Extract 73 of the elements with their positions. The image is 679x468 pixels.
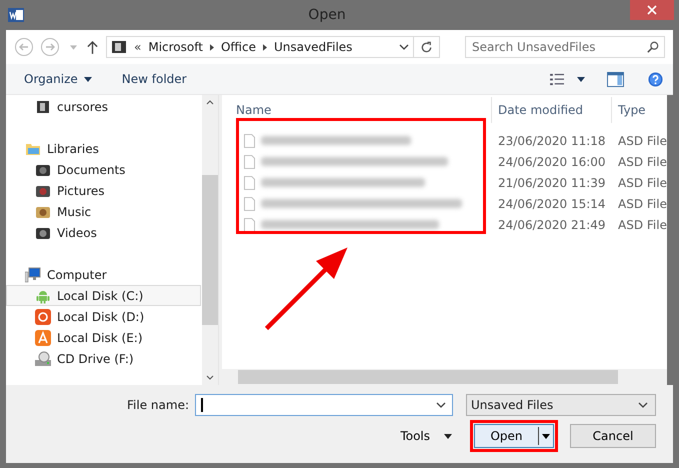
window-title: Open (307, 7, 347, 23)
breadcrumb[interactable]: Microsoft (148, 40, 203, 54)
cancel-button[interactable]: Cancel (570, 424, 656, 448)
caret-icon (84, 76, 92, 82)
sidebar-item[interactable]: CD Drive (F:) (6, 348, 201, 369)
chevron-down-icon[interactable] (436, 402, 446, 408)
sidebar-item[interactable]: cursores (6, 96, 201, 117)
scroll-down-icon[interactable] (206, 375, 214, 380)
computer-icon (25, 266, 41, 282)
close-icon (647, 5, 657, 15)
sidebar-item[interactable]: Documents (6, 159, 201, 180)
chevron-icon[interactable] (210, 44, 214, 50)
sidebar-item[interactable]: Pictures (6, 180, 201, 201)
dropdown-icon[interactable] (399, 44, 409, 50)
horizontal-scrollbar[interactable] (222, 369, 667, 385)
column-header[interactable]: Date modified (492, 97, 612, 123)
cd-drive-icon (35, 350, 51, 366)
help-icon[interactable] (648, 72, 663, 86)
sidebar-item[interactable]: Music (6, 201, 201, 222)
file-icon (244, 154, 255, 168)
new-folder-button[interactable]: New folder (116, 70, 193, 88)
refresh-button[interactable] (414, 36, 440, 58)
tools-button[interactable]: Tools (394, 428, 458, 444)
file-icon (244, 176, 255, 190)
breadcrumb[interactable]: Office (220, 40, 256, 54)
table-cell-text: ASD File (617, 196, 667, 210)
column-header[interactable]: Name (222, 97, 492, 123)
file-icon (244, 196, 255, 210)
refresh-icon (420, 40, 433, 54)
circle-logo-icon (35, 308, 51, 324)
table-cell-text: 21/06/2020 11:39 (497, 176, 607, 190)
table-cell-text: ASD File (617, 154, 667, 168)
table-cell-text: ASD File (617, 176, 667, 190)
table-cell-text: 24/06/2020 15:14 (497, 196, 607, 210)
scrollbar[interactable] (202, 95, 218, 385)
folder-icon (35, 98, 51, 114)
file-type-dropdown[interactable]: Unsaved Files (466, 394, 656, 416)
column-header[interactable]: Type (612, 97, 667, 123)
view-list-icon[interactable] (550, 72, 565, 86)
overflow-chevron[interactable]: « (134, 40, 142, 54)
triangle-logo-icon (35, 330, 51, 346)
file-name-field[interactable] (195, 394, 453, 416)
address-bar[interactable]: « Microsoft Office UnsavedFiles (106, 36, 414, 58)
search-field[interactable]: Search UnsavedFiles (465, 36, 665, 58)
caret-icon[interactable] (577, 76, 585, 82)
open-button[interactable]: Open (474, 424, 554, 448)
folder-icon (111, 39, 127, 55)
file-icon (244, 134, 255, 148)
chevron-down-icon (638, 402, 648, 408)
organize-button[interactable]: Organize (18, 70, 98, 88)
table-cell-text: 23/06/2020 11:18 (497, 134, 607, 148)
file-name-label: File name: (127, 398, 189, 412)
table-cell-text: ASD File (617, 218, 667, 232)
sidebar-header[interactable]: Libraries (6, 138, 202, 159)
table-cell-text: 24/06/2020 21:49 (497, 218, 607, 232)
scroll-up-icon[interactable] (206, 100, 214, 105)
up-arrow-icon[interactable] (87, 40, 98, 54)
chevron-icon[interactable] (262, 44, 267, 50)
sidebar-header[interactable]: Computer (6, 264, 202, 285)
sidebar-item[interactable]: Local Disk (E:) (6, 327, 201, 348)
sidebar-item[interactable]: Local Disk (C:) (6, 285, 201, 306)
caret-icon (444, 434, 452, 438)
file-icon (244, 218, 255, 232)
caret-icon[interactable] (542, 434, 550, 438)
sidebar-item[interactable]: Videos (6, 222, 201, 243)
word-icon (8, 7, 24, 23)
preview-pane-icon[interactable] (607, 72, 624, 86)
table-cell-text: ASD File (617, 134, 667, 148)
table-cell-text: 24/06/2020 16:00 (497, 154, 607, 168)
sidebar-item[interactable]: Local Disk (D:) (6, 306, 201, 327)
breadcrumb[interactable]: UnsavedFiles (274, 40, 352, 54)
search-icon (647, 41, 659, 53)
close-button[interactable] (630, 0, 674, 20)
